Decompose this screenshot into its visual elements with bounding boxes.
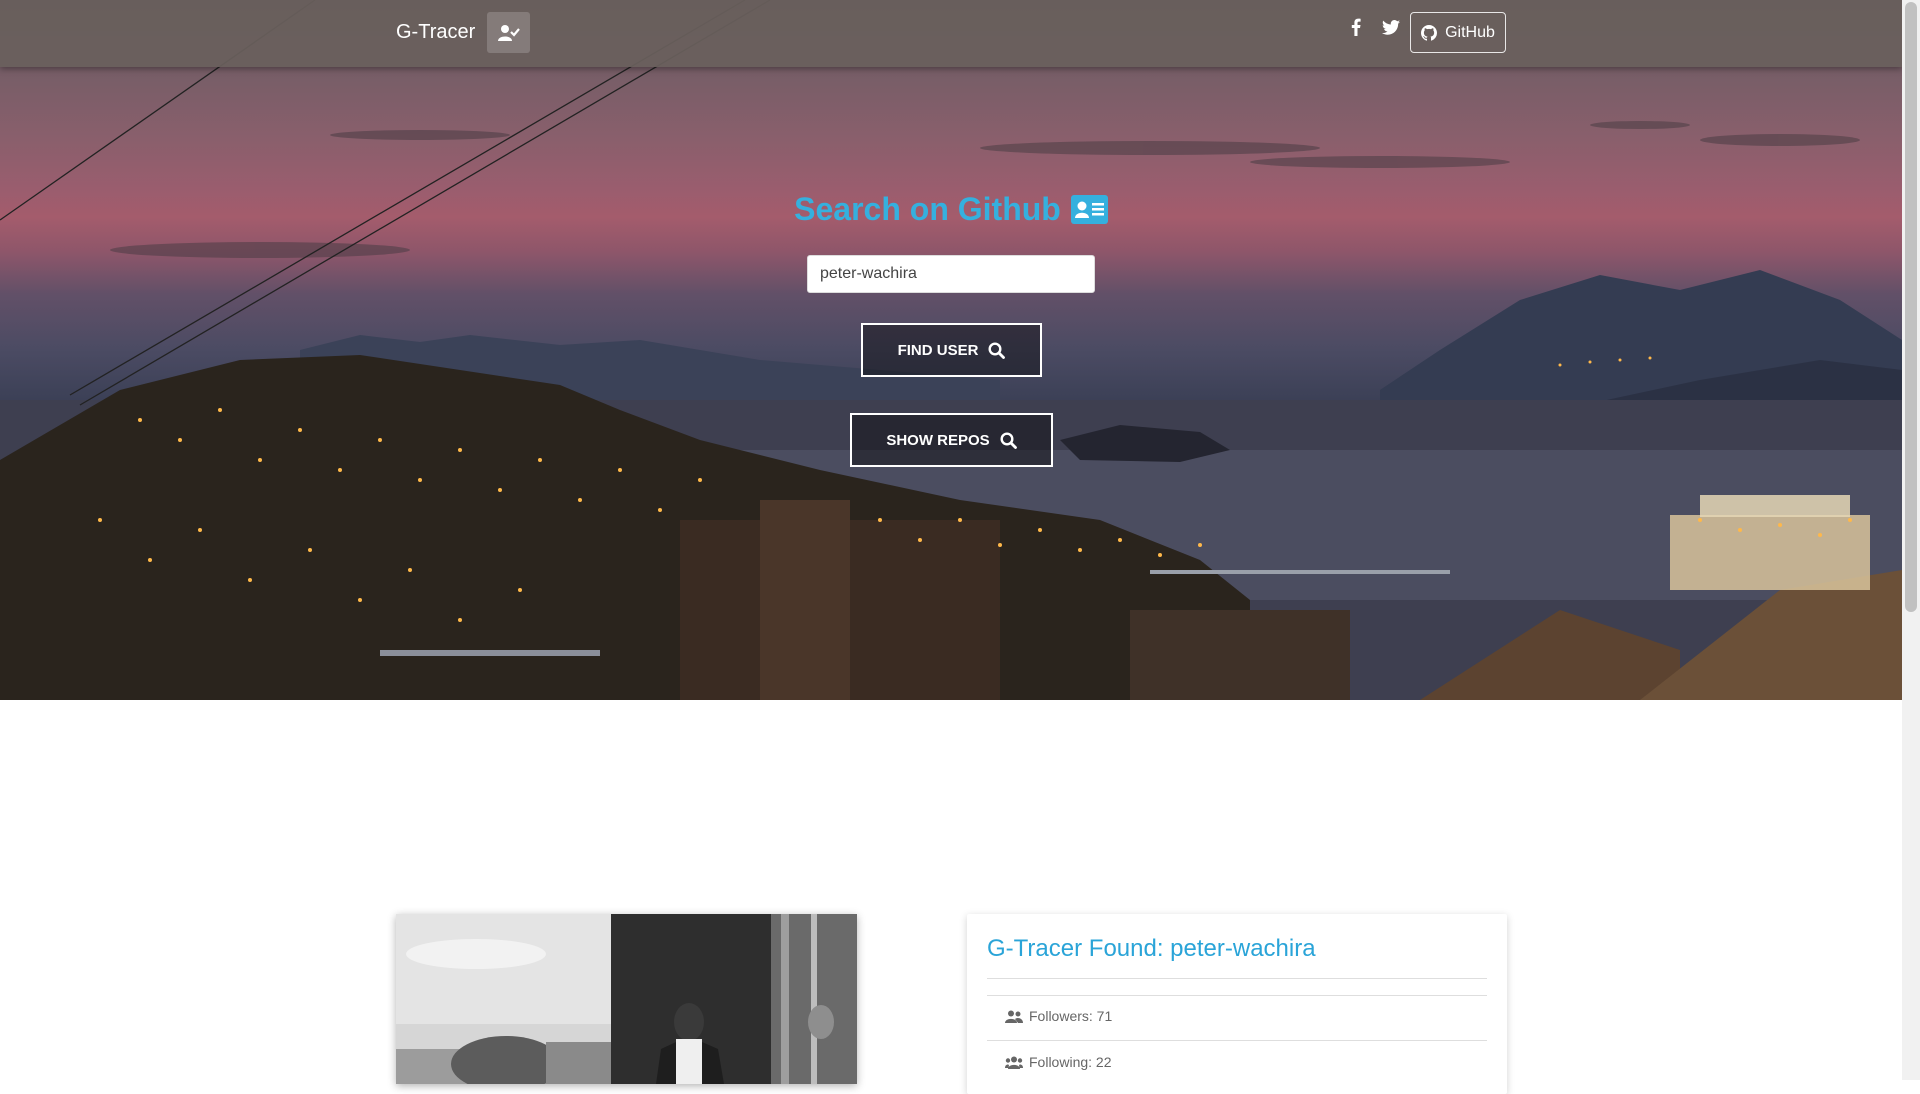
search-icon bbox=[1000, 431, 1017, 449]
page-scrollbar[interactable] bbox=[1902, 0, 1920, 1080]
github-icon bbox=[1421, 24, 1438, 41]
github-button[interactable]: GitHub bbox=[1410, 12, 1506, 53]
search-input[interactable] bbox=[807, 255, 1095, 293]
result-title: G-Tracer Found: peter-wachira bbox=[987, 935, 1316, 962]
navbar: G-Tracer GitHub bbox=[0, 0, 1902, 67]
facebook-icon bbox=[1351, 18, 1361, 36]
users-icon bbox=[1005, 1010, 1023, 1023]
following-count: Following: 22 bbox=[1029, 1054, 1112, 1070]
user-check-icon bbox=[497, 24, 520, 41]
users-icon bbox=[1005, 1056, 1023, 1069]
divider bbox=[987, 978, 1487, 979]
show-repos-label: SHOW REPOS bbox=[886, 431, 990, 449]
avatar bbox=[396, 914, 857, 1084]
id-card-icon bbox=[1070, 195, 1108, 224]
twitter-icon bbox=[1382, 20, 1400, 35]
github-label: GitHub bbox=[1445, 23, 1495, 41]
following-item: Following: 22 bbox=[1005, 1054, 1112, 1070]
scrollbar-thumb[interactable] bbox=[1905, 2, 1917, 612]
facebook-link[interactable] bbox=[1351, 18, 1361, 41]
followers-item: Followers: 71 bbox=[1005, 1008, 1112, 1024]
twitter-link[interactable] bbox=[1382, 20, 1400, 40]
user-result-card: G-Tracer Found: peter-wachira Followers:… bbox=[967, 914, 1507, 1094]
search-icon bbox=[988, 341, 1006, 359]
hero-banner: G-Tracer GitHub Search on Github peter-w… bbox=[0, 0, 1902, 700]
find-user-button[interactable]: FIND USER bbox=[861, 323, 1042, 377]
followers-count: Followers: 71 bbox=[1029, 1008, 1113, 1024]
user-check-button[interactable] bbox=[487, 12, 530, 53]
search-title-text: Search on Github bbox=[794, 191, 1061, 227]
divider bbox=[987, 1040, 1487, 1041]
divider bbox=[987, 995, 1487, 996]
brand-logo[interactable]: G-Tracer bbox=[396, 21, 475, 44]
find-user-label: FIND USER bbox=[897, 341, 979, 359]
show-repos-button[interactable]: SHOW REPOS bbox=[850, 413, 1053, 467]
profile-photo bbox=[396, 914, 857, 1084]
search-heading: Search on Github bbox=[0, 191, 1902, 228]
